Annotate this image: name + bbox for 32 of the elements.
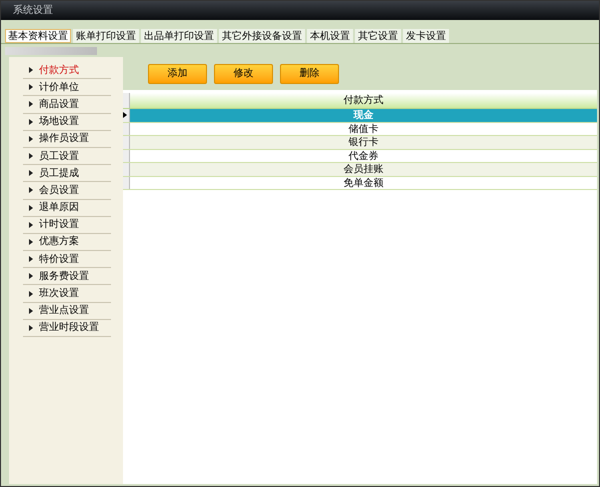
table-cell[interactable]: 银行卡 (130, 136, 597, 148)
sidebar-item[interactable]: 商品设置 (23, 96, 111, 114)
sidebar-item[interactable]: 特价设置 (23, 251, 111, 268)
tab[interactable]: 出品单打印设置 (141, 29, 217, 43)
toolbar-button[interactable]: 删除 (280, 64, 339, 84)
tab[interactable]: 基本资料设置 (5, 29, 71, 43)
column-header: 付款方式 (130, 93, 597, 108)
sidebar-item[interactable]: 计价单位 (23, 79, 111, 96)
toolbar-button[interactable]: 修改 (214, 64, 273, 84)
tab[interactable]: 发卡设置 (403, 29, 449, 43)
sidebar-item[interactable]: 服务费设置 (23, 268, 111, 286)
sidebar-item[interactable]: 会员设置 (23, 182, 111, 200)
sidebar-item[interactable]: 员工提成 (23, 165, 111, 182)
tab[interactable]: 账单打印设置 (73, 29, 139, 43)
sidebar-item[interactable]: 场地设置 (23, 114, 111, 131)
row-header[interactable] (123, 109, 130, 122)
sidebar-item[interactable]: 优惠方案 (23, 234, 111, 252)
sidebar-item[interactable]: 班次设置 (23, 285, 111, 303)
tab[interactable]: 本机设置 (307, 29, 353, 43)
window-title: 系统设置 (13, 4, 53, 18)
sidebar-item[interactable]: 员工设置 (23, 148, 111, 166)
tab[interactable]: 其它设置 (355, 29, 401, 43)
row-pointer-icon (123, 112, 127, 118)
sidebar-item[interactable]: 计时设置 (23, 216, 111, 234)
sidebar-item[interactable]: 营业时段设置 (23, 320, 111, 337)
sidebar-item[interactable]: 操作员设置 (23, 130, 111, 148)
tab[interactable]: 其它外接设备设置 (219, 29, 305, 43)
toolbar-button[interactable]: 添加 (148, 64, 207, 84)
sidebar-item[interactable]: 营业点设置 (23, 302, 111, 320)
sidebar-item[interactable]: 付款方式 (23, 62, 111, 80)
table-cell[interactable]: 会员挂账 (130, 163, 597, 176)
sidebar-item[interactable]: 退单原因 (23, 200, 111, 217)
